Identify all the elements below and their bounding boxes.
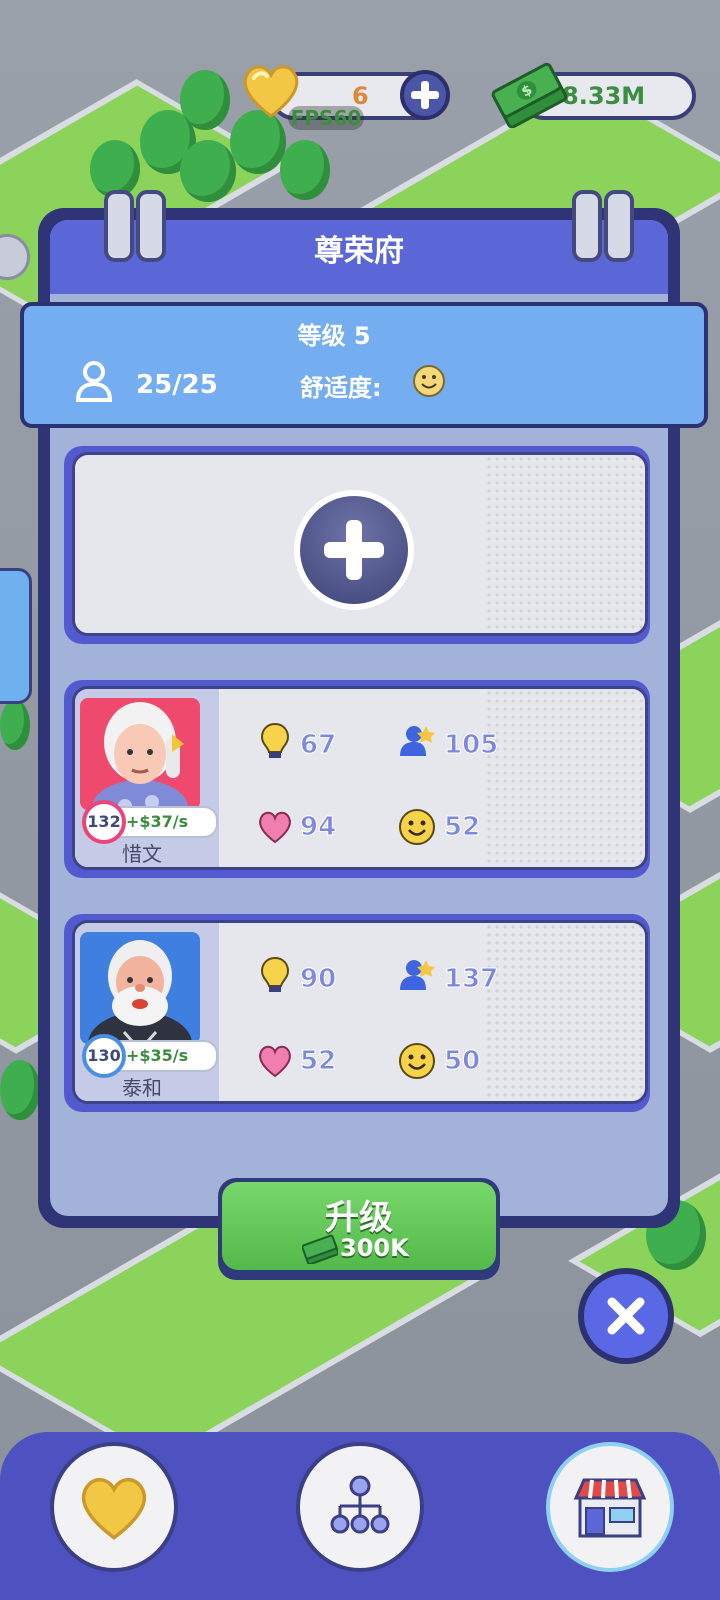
binder-ring [604, 190, 634, 262]
upgrade-button[interactable]: 升级 300K [218, 1178, 500, 1280]
comfort-smiley-icon [413, 365, 445, 397]
nav-hierarchy-button[interactable] [296, 1442, 424, 1572]
shop-icon [573, 1478, 647, 1538]
stat-social: 105 [443, 730, 499, 761]
smiley-icon [399, 809, 435, 845]
stat-health: 94 [299, 812, 337, 843]
grandpa-portrait-icon [88, 940, 192, 1044]
close-icon [607, 1297, 645, 1335]
person-icon [75, 361, 113, 402]
close-button[interactable] [578, 1268, 674, 1364]
stat-intelligence: 90 [299, 964, 337, 995]
binder-ring [572, 190, 602, 262]
building-info-bar: 等级 5 25/25 舒适度: [20, 302, 708, 428]
smiley-icon [399, 1043, 435, 1079]
resident-name: 泰和 [122, 1076, 162, 1100]
heart-icon [259, 811, 291, 844]
resident-avatar [80, 932, 200, 1044]
nav-hearts-button[interactable] [50, 1442, 178, 1572]
social-icon [400, 726, 435, 756]
money-amount: 8.33M [562, 82, 646, 110]
upgrade-cost: 300K [340, 1234, 409, 1262]
occupancy-count: 25/25 [136, 370, 218, 400]
cash-stack-icon: $ [491, 62, 568, 128]
building-level: 等级 5 [297, 322, 371, 350]
grandma-portrait-icon [92, 702, 188, 810]
fps-indicator: FPS60 [288, 106, 364, 130]
stat-intelligence: 67 [299, 730, 337, 761]
plus-icon [324, 520, 384, 580]
add-hearts-button[interactable] [400, 70, 450, 120]
comfort-label: 舒适度: [300, 374, 382, 402]
gold-heart-icon [81, 1477, 147, 1540]
nav-shop-button[interactable] [546, 1442, 674, 1572]
stat-social: 137 [443, 964, 499, 995]
stat-happiness: 52 [443, 812, 481, 843]
stat-health: 52 [299, 1046, 337, 1077]
social-icon [400, 960, 435, 990]
hierarchy-icon [330, 1475, 390, 1534]
add-resident-button[interactable] [294, 490, 414, 610]
resident-avatar [80, 698, 200, 810]
lightbulb-icon [260, 722, 290, 758]
binder-ring [136, 190, 166, 262]
stat-happiness: 50 [443, 1046, 481, 1077]
heart-icon [259, 1045, 291, 1078]
upgrade-label: 升级 [325, 1198, 393, 1238]
resident-name: 惜文 [122, 842, 162, 866]
binder-ring [104, 190, 134, 262]
plus-icon [411, 81, 439, 109]
lightbulb-icon [260, 956, 290, 992]
cash-icon [302, 1234, 338, 1264]
